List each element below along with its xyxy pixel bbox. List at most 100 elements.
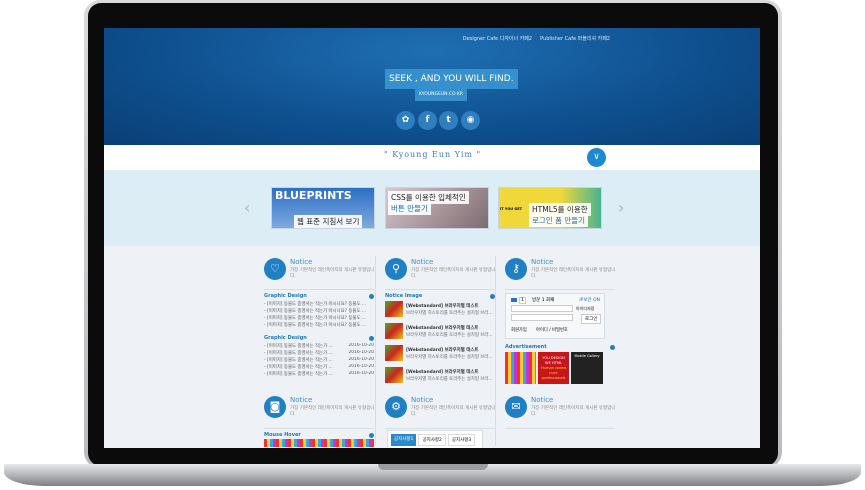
thumbnail[interactable] xyxy=(385,301,403,317)
more-icon[interactable] xyxy=(369,294,374,299)
more-icon[interactable] xyxy=(610,345,615,350)
notice-desc: 가장 기본적인 레인폭이지의 게시판 유형입니다. xyxy=(290,268,375,279)
list-item[interactable]: - [이미지] 동물도 종영서는 직는가 아시나요? 동물도 ... xyxy=(264,308,374,314)
banner-blueprints[interactable]: BLUEPRINTS 웹 표준 지침서 보기 xyxy=(271,187,375,229)
notice-title[interactable]: Notice xyxy=(290,258,312,266)
item-title: - [이미지] 동물도 종영서는 직는가 ... xyxy=(264,351,333,356)
list-item[interactable]: - [이미지] 동물도 종영서는 직는가 ... 2016-10-20 xyxy=(264,357,374,363)
list-item[interactable]: - [이미지] 동물도 종영서는 직는가 ... 2016-10-20 xyxy=(264,343,374,349)
more-icon[interactable] xyxy=(369,336,374,341)
camera-icon: ◙ xyxy=(264,396,286,418)
notice-title[interactable]: Notice xyxy=(531,396,553,404)
hover-gallery[interactable] xyxy=(264,439,374,447)
rss-icon[interactable]: ◉ xyxy=(461,111,480,130)
signup-link[interactable]: 회원가입 xyxy=(511,327,527,333)
notice-title[interactable]: Notice xyxy=(411,396,433,404)
item-title: - [이미지] 동물도 종영서는 직는가 ... xyxy=(264,344,333,349)
site-url: KYOUNGEUN.CO.KR xyxy=(415,89,467,101)
banner-html5-login[interactable]: IT YOU GET HTML5를 이용한 로그인 폼 만들기 xyxy=(498,187,602,229)
banner-text: 웹 표준 지침서 보기 xyxy=(294,215,363,228)
thumbnail[interactable] xyxy=(385,323,403,339)
item-date: 2016-10-20 xyxy=(348,371,374,376)
website-screen: Designer Cafe 디자이너 카페2 Publisher Cafe 퍼블… xyxy=(104,28,760,448)
key-icon: ⚷ xyxy=(505,258,527,280)
item-title: - [이미지] 동물도 종영서는 직는가 ... xyxy=(264,358,333,363)
id-input[interactable] xyxy=(511,305,573,312)
chevron-right-icon[interactable]: › xyxy=(618,198,624,217)
item-date: 2016-10-20 xyxy=(348,364,374,369)
notice-title[interactable]: Notice xyxy=(290,396,312,404)
designer-cafe-link[interactable]: Designer Cafe 디자이너 카페2 xyxy=(463,35,532,42)
list-item[interactable]: - [이미지] 동물도 종영서는 직는가 아시나요? 동물도 ... xyxy=(264,301,374,307)
ad-banner-2[interactable]: YOU DESIGN WE HTML Human coded pure profess… xyxy=(538,352,569,384)
author-name: " Kyoung Eun Yim " xyxy=(384,150,482,159)
ad-banner-3[interactable]: Mobile Gallery xyxy=(571,352,603,384)
banner-text: 로그인 폼 만들기 xyxy=(529,214,589,227)
item-date: 2016-10-20 xyxy=(348,343,374,348)
tab-notice-1[interactable]: 공지사항1 xyxy=(391,434,417,446)
notice-title[interactable]: Notice xyxy=(411,258,433,266)
banner-tag: IT YOU GET xyxy=(500,207,523,211)
tab-notice-2[interactable]: 공지사항2 xyxy=(418,434,446,446)
login-button[interactable]: 로그인 xyxy=(581,314,602,324)
visit-count: 방문 1 회째 xyxy=(532,298,555,303)
list-item[interactable]: - [이미지] 동물도 종영서는 직는가 ... 2016-10-20 xyxy=(264,371,374,377)
password-input[interactable] xyxy=(511,314,573,321)
header: Designer Cafe 디자이너 카페2 Publisher Cafe 퍼블… xyxy=(104,28,760,145)
more-icon[interactable] xyxy=(369,433,374,438)
section-title: Graphic Design xyxy=(264,335,307,341)
ip-security-toggle[interactable]: IP보안 ON xyxy=(579,297,600,303)
tab-bar: 공지사항1 공지사항2 공지사항3 xyxy=(387,430,483,448)
chevron-left-icon[interactable]: ‹ xyxy=(244,198,250,217)
search-icon: ⚲ xyxy=(385,258,407,280)
notice-title[interactable]: Notice xyxy=(531,258,553,266)
list-item[interactable]: - [이미지] 동물도 종영서는 직는가 아시나요? 동물도 ... xyxy=(264,322,374,328)
tab-notice-3[interactable]: 공지사항3 xyxy=(447,434,476,446)
ad-banner-1[interactable] xyxy=(505,352,536,384)
list-item[interactable]: - [이미지] 동물도 종영서는 직는가 ... 2016-10-20 xyxy=(264,350,374,356)
notice-desc: 가장 기본적인 레인폭이지의 게시판 유형입니다. xyxy=(411,268,496,279)
thumbnail[interactable] xyxy=(385,345,403,361)
item-title: - [이미지] 동물도 종영서는 직는가 ... xyxy=(264,365,333,370)
banner-css-button[interactable]: CSS를 이용한 입체적인 버튼 만들기 xyxy=(385,187,489,229)
gear-icon: ⚙ xyxy=(385,396,407,418)
section-title: Mouse Hover xyxy=(264,432,301,438)
ad-text: Mobile Gallery xyxy=(574,354,600,358)
section-title: Notice Image xyxy=(385,293,423,299)
notice-desc: 가장 기본적인 레인폭이지의 게시판 유형입니다. xyxy=(290,406,375,417)
divider xyxy=(505,289,615,290)
ad-text: pure professionals xyxy=(541,371,566,380)
item-title[interactable]: [Webstandard] 브라우저별 테스트 xyxy=(406,303,496,309)
notice-desc: 가장 기본적인 레인폭이지의 게시판 유형입니다. xyxy=(531,406,616,417)
heart-icon: ♡ xyxy=(264,258,286,280)
section-title: Advertisement xyxy=(505,344,547,350)
item-desc: 브라우저별 히스토리를 토라주는 설치형 브라... xyxy=(406,333,493,338)
chevron-down-icon[interactable]: ∨ xyxy=(587,148,606,167)
twitter-icon[interactable]: t xyxy=(439,111,458,130)
notice-desc: 가장 기본적인 레인폭이지의 게시판 유형입니다. xyxy=(411,406,496,417)
facebook-icon[interactable]: f xyxy=(418,111,437,130)
find-account-link[interactable]: 아이디 / 비밀번호 xyxy=(536,327,568,333)
save-id-checkbox[interactable]: 아이디저장 xyxy=(576,306,594,312)
publisher-cafe-link[interactable]: Publisher Cafe 퍼블리셔 카페2 xyxy=(540,35,610,42)
slogan: SEEK , AND YOU WILL FIND. xyxy=(385,69,518,89)
notice-desc: 가장 기본적인 레인폭이지의 게시판 유형입니다. xyxy=(531,268,616,279)
item-desc: 브라우저별 히스토리를 토라주는 설치형 브라... xyxy=(406,377,493,382)
list-item[interactable]: - [이미지] 동물도 종영서는 직는가 아시나요? 동물도 ... xyxy=(264,315,374,321)
banner-text: 버튼 만들기 xyxy=(388,202,431,215)
page-number[interactable]: 1 xyxy=(519,297,526,304)
banner-slider: ‹ BLUEPRINTS 웹 표준 지침서 보기 CSS를 이용한 입체적인 버… xyxy=(104,170,760,246)
list-item[interactable]: - [이미지] 동물도 종영서는 직는가 ... 2016-10-20 xyxy=(264,364,374,370)
item-title[interactable]: [Webstandard] 브라우저별 테스트 xyxy=(406,347,496,353)
pinwheel-icon[interactable]: ✿ xyxy=(396,111,415,130)
item-date: 2016-10-20 xyxy=(348,350,374,355)
more-icon[interactable] xyxy=(490,294,495,299)
flag-icon xyxy=(511,298,517,302)
divider xyxy=(505,428,615,429)
divider xyxy=(264,289,374,290)
item-desc: 브라우저별 히스토리를 토라주는 설치형 브라... xyxy=(406,311,493,316)
item-title[interactable]: [Webstandard] 브라우저별 테스트 xyxy=(406,325,496,331)
column-1: ♡ Notice 가장 기본적인 레인폭이지의 게시판 유형입니다. Graph… xyxy=(264,258,374,448)
thumbnail[interactable] xyxy=(385,367,403,383)
item-title[interactable]: [Webstandard] 브라우저별 테스트 xyxy=(406,369,496,375)
